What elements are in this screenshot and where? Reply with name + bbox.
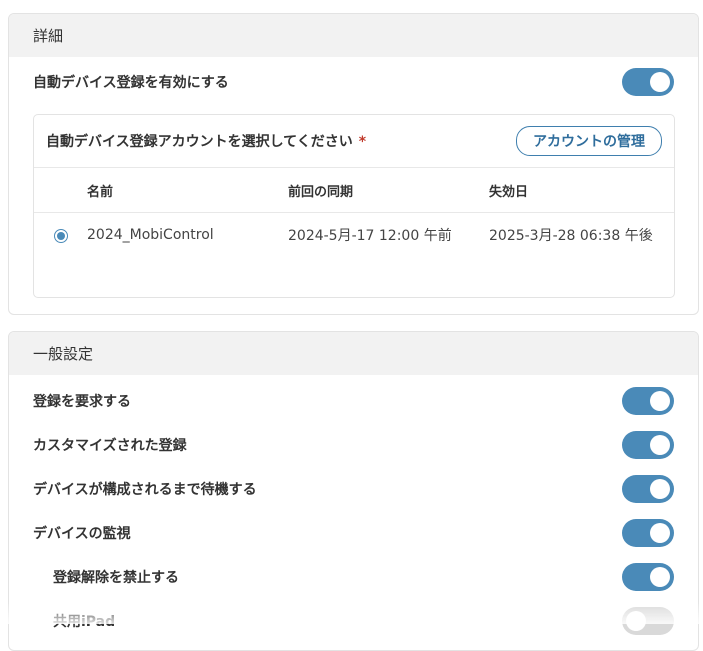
table-row[interactable]: 2024_MobiControl 2024-5月-17 12:00 午前 202… xyxy=(34,213,674,257)
column-header-name[interactable]: 名前 xyxy=(87,168,113,212)
customized-enrollment-toggle[interactable] xyxy=(622,431,674,459)
require-enrollment-toggle[interactable] xyxy=(622,387,674,415)
toggle-knob xyxy=(650,479,670,499)
details-header: 詳細 xyxy=(9,14,698,57)
general-settings-panel: 一般設定 登録を要求する カスタマイズされた登録 デバイスが構成されるまで待機す… xyxy=(8,331,699,651)
account-selection-header: 自動デバイス登録アカウントを選択してください * アカウントの管理 xyxy=(34,115,674,168)
account-last-sync: 2024-5月-17 12:00 午前 xyxy=(288,228,452,244)
setting-prevent-unenroll: 登録解除を禁止する xyxy=(9,555,698,599)
auto-enroll-row: 自動デバイス登録を有効にする xyxy=(9,57,698,107)
auto-enroll-toggle[interactable] xyxy=(622,68,674,96)
setting-customized-enrollment: カスタマイズされた登録 xyxy=(9,423,698,467)
setting-label: 登録を要求する xyxy=(33,394,131,410)
radio-selected-dot xyxy=(57,232,65,240)
toggle-knob xyxy=(626,611,646,631)
general-settings-header: 一般設定 xyxy=(9,332,698,375)
column-header-last-sync[interactable]: 前回の同期 xyxy=(288,168,353,212)
general-settings-header-title: 一般設定 xyxy=(33,345,94,363)
shared-ipad-toggle[interactable] xyxy=(622,607,674,635)
account-selection-title-text: 自動デバイス登録アカウントを選択してください xyxy=(46,134,353,150)
details-header-title: 詳細 xyxy=(33,27,64,45)
toggle-knob xyxy=(650,391,670,411)
auto-enroll-label: 自動デバイス登録を有効にする xyxy=(33,75,229,91)
setting-label: カスタマイズされた登録 xyxy=(33,438,187,454)
account-selection-box: 自動デバイス登録アカウントを選択してください * アカウントの管理 名前 前回の同… xyxy=(33,114,675,298)
account-selection-title: 自動デバイス登録アカウントを選択してください * xyxy=(46,131,366,151)
supervision-toggle[interactable] xyxy=(622,519,674,547)
prevent-unenroll-toggle[interactable] xyxy=(622,563,674,591)
setting-label: 共用iPad xyxy=(53,614,116,630)
account-radio-button[interactable] xyxy=(54,229,68,243)
column-header-expiry[interactable]: 失効日 xyxy=(489,168,528,212)
setting-supervision: デバイスの監視 xyxy=(9,511,698,555)
details-panel: 詳細 自動デバイス登録を有効にする 自動デバイス登録アカウントを選択してください… xyxy=(8,13,699,315)
account-expiry: 2025-3月-28 06:38 午後 xyxy=(489,228,653,244)
setting-await-configuration: デバイスが構成されるまで待機する xyxy=(9,467,698,511)
setting-label: 登録解除を禁止する xyxy=(53,570,179,586)
toggle-knob xyxy=(650,72,670,92)
required-marker: * xyxy=(358,134,367,150)
toggle-knob xyxy=(650,435,670,455)
manage-accounts-button[interactable]: アカウントの管理 xyxy=(516,126,662,156)
await-configuration-toggle[interactable] xyxy=(622,475,674,503)
toggle-knob xyxy=(650,523,670,543)
toggle-knob xyxy=(650,567,670,587)
setting-label: デバイスの監視 xyxy=(33,526,131,542)
setting-shared-ipad: 共用iPad xyxy=(9,599,698,643)
setting-label: デバイスが構成されるまで待機する xyxy=(33,482,257,498)
setting-require-enrollment: 登録を要求する xyxy=(9,379,698,423)
account-table-header: 名前 前回の同期 失効日 xyxy=(34,168,674,213)
account-name: 2024_MobiControl xyxy=(87,227,214,243)
